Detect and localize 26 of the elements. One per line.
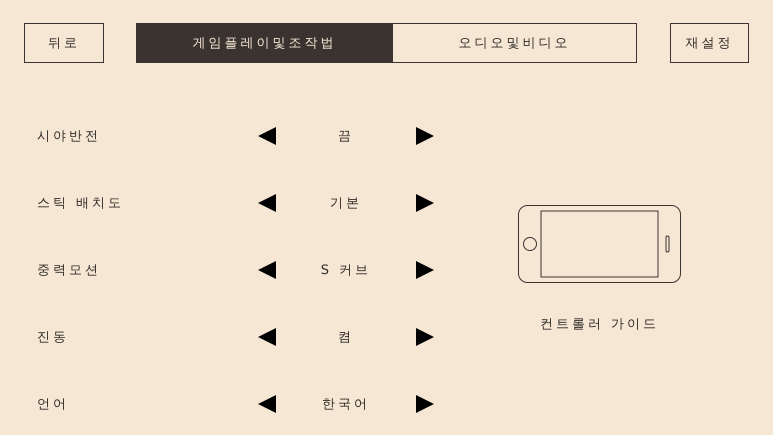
phone-icon[interactable] [518,205,681,283]
right-arrow-icon[interactable] [416,260,434,278]
setting-label: 중력모션 [37,262,102,278]
left-arrow-icon[interactable] [258,394,276,412]
setting-value: 켬 [337,328,355,346]
tab[interactable]: 오디오및비디오 [393,23,637,63]
setting-label: 스틱 배치도 [37,194,126,212]
guide-label: 컨트롤러 가이드 [540,316,660,333]
tab[interactable]: 게임플레이및조작법 [136,23,393,63]
setting-value: 한국어 [321,396,371,412]
left-arrow-icon[interactable] [258,126,276,144]
setting-value: 끔 [337,128,355,144]
setting-label: 시야반전 [37,128,102,144]
left-arrow-icon[interactable] [258,328,276,346]
right-arrow-icon[interactable] [416,328,434,346]
setting-value: 기본 [329,194,363,212]
setting-value: S 커브 [320,262,372,278]
setting-label: 진동 [37,328,70,346]
setting-label: 언어 [37,396,70,412]
reset-button[interactable]: 재설정 [670,23,749,63]
left-arrow-icon[interactable] [258,260,276,278]
right-arrow-icon[interactable] [416,394,434,412]
right-arrow-icon[interactable] [416,126,434,144]
left-arrow-icon[interactable] [258,194,276,212]
right-arrow-icon[interactable] [416,194,434,212]
back-button[interactable]: 뒤로 [24,23,104,63]
